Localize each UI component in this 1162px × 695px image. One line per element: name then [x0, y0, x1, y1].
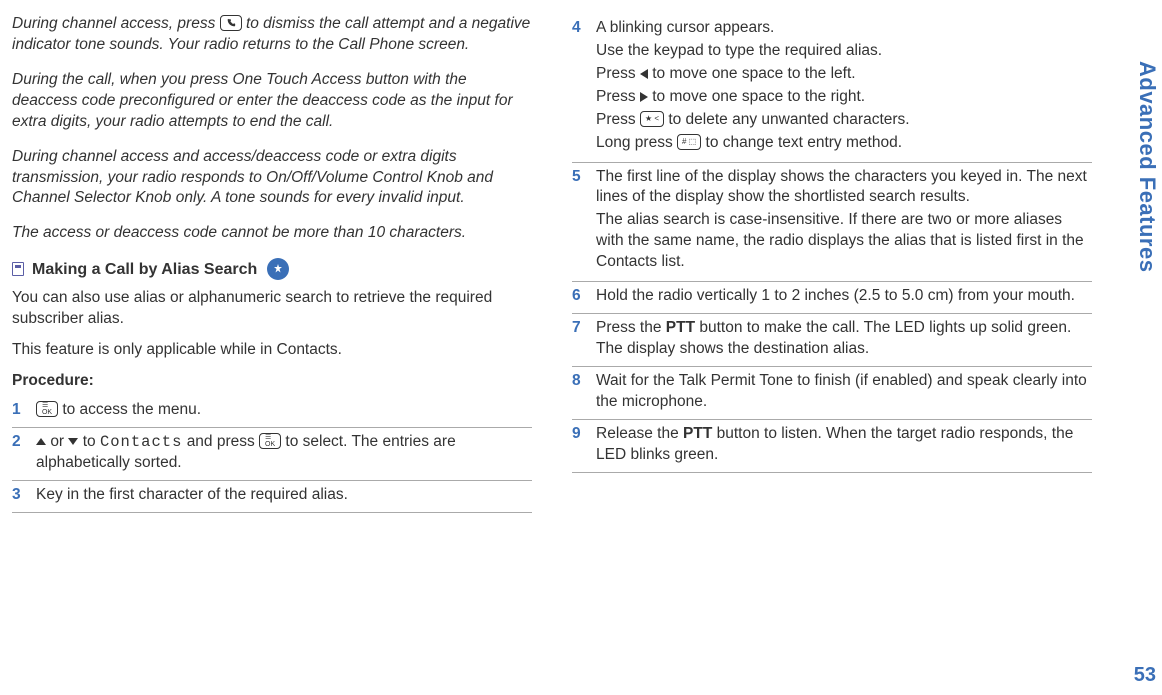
step-5-line-2: The alias search is case-insensitive. If…	[596, 210, 1092, 273]
step-2c: and press	[187, 433, 259, 450]
procedure-step: 5 The first line of the display shows th…	[572, 163, 1092, 283]
note-paragraph-3: During channel access and access/deacces…	[12, 147, 532, 210]
step-number: 9	[572, 424, 586, 445]
right-column: 4 A blinking cursor appears. Use the key…	[572, 12, 1092, 652]
left-arrow-icon	[640, 69, 648, 79]
procedure-step: 2 or to Contacts and press ☰OK to select…	[12, 428, 532, 481]
up-arrow-icon	[36, 438, 46, 445]
step-7a: Press the	[596, 319, 666, 336]
ok-key-icon: ☰OK	[259, 433, 281, 449]
step-number: 7	[572, 318, 586, 339]
step-1-text: to access the menu.	[62, 401, 201, 418]
step-body: Key in the first character of the requir…	[36, 485, 532, 506]
hash-key-icon: # ⬚	[677, 134, 701, 150]
step-number: 3	[12, 485, 26, 506]
step-number: 6	[572, 286, 586, 307]
step-4-line-5: Press ★ < to delete any unwanted charact…	[596, 110, 1092, 131]
step-4-line-2: Use the keypad to type the required alia…	[596, 41, 1092, 62]
step-number: 1	[12, 400, 26, 421]
note-paragraph-2: During the call, when you press One Touc…	[12, 70, 532, 133]
left-column: During channel access, press to dismiss …	[12, 12, 532, 652]
step-number: 2	[12, 432, 26, 453]
procedure-label: Procedure:	[12, 371, 532, 392]
step-4-line-4: Press to move one space to the right.	[596, 87, 1092, 108]
procedure-step: 8 Wait for the Talk Permit Tone to finis…	[572, 367, 1092, 420]
step-4-line-6b: to change text entry method.	[706, 134, 902, 151]
phone-key-icon	[220, 15, 242, 31]
note-paragraph-4: The access or deaccess code cannot be mo…	[12, 223, 532, 244]
right-arrow-icon	[640, 92, 648, 102]
section-heading: Making a Call by Alias Search	[12, 258, 532, 280]
step-4-line-6: Long press # ⬚ to change text entry meth…	[596, 133, 1092, 154]
step-body: Press the PTT button to make the call. T…	[596, 318, 1092, 360]
step-4-line-6a: Long press	[596, 134, 677, 151]
procedure-step: 3 Key in the first character of the requ…	[12, 481, 532, 513]
step-4-line-3b: to move one space to the left.	[652, 65, 855, 82]
star-key-icon: ★ <	[640, 111, 664, 127]
feature-badge-icon	[267, 258, 289, 280]
step-body: ☰OK to access the menu.	[36, 400, 532, 421]
procedure-step: 1 ☰OK to access the menu.	[12, 396, 532, 428]
section-title: Making a Call by Alias Search	[32, 259, 257, 281]
step-2a: or	[50, 433, 68, 450]
manual-page: During channel access, press to dismiss …	[0, 0, 1162, 695]
step-4-line-5b: to delete any unwanted characters.	[668, 111, 909, 128]
note-paragraph-1: During channel access, press to dismiss …	[12, 14, 532, 56]
procedure-step: 7 Press the PTT button to make the call.…	[572, 314, 1092, 367]
step-body: The first line of the display shows the …	[596, 167, 1092, 276]
two-column-layout: During channel access, press to dismiss …	[12, 12, 1132, 652]
step-4-line-3: Press to move one space to the left.	[596, 64, 1092, 85]
down-arrow-icon	[68, 438, 78, 445]
procedure-step: 9 Release the PTT button to listen. When…	[572, 420, 1092, 473]
step-body: Hold the radio vertically 1 to 2 inches …	[596, 286, 1092, 307]
step-body: Wait for the Talk Permit Tone to finish …	[596, 371, 1092, 413]
side-section-tab: Advanced Features	[1132, 12, 1162, 322]
ok-key-icon: ☰OK	[36, 401, 58, 417]
step-body: A blinking cursor appears. Use the keypa…	[596, 18, 1092, 156]
step-number: 8	[572, 371, 586, 392]
intro-paragraph-1: You can also use alias or alphanumeric s…	[12, 288, 532, 330]
intro-paragraph-2: This feature is only applicable while in…	[12, 340, 532, 361]
section-marker-icon	[12, 262, 24, 276]
step-9a: Release the	[596, 425, 683, 442]
step-body: Release the PTT button to listen. When t…	[596, 424, 1092, 466]
step-body: or to Contacts and press ☰OK to select. …	[36, 432, 532, 474]
step-4-line-3a: Press	[596, 65, 640, 82]
step-4-line-5a: Press	[596, 111, 640, 128]
procedure-step: 4 A blinking cursor appears. Use the key…	[572, 14, 1092, 163]
step-4-line-1: A blinking cursor appears.	[596, 18, 1092, 39]
contacts-menu-label: Contacts	[100, 433, 182, 451]
step-4-line-4a: Press	[596, 88, 640, 105]
step-5-line-1: The first line of the display shows the …	[596, 167, 1092, 209]
page-number: 53	[1134, 664, 1156, 687]
note-1a: During channel access, press	[12, 15, 220, 32]
side-tab-label: Advanced Features	[1134, 61, 1160, 272]
step-number: 4	[572, 18, 586, 39]
step-number: 5	[572, 167, 586, 188]
step-2b: to	[83, 433, 100, 450]
ptt-label: PTT	[666, 319, 695, 336]
step-4-line-4b: to move one space to the right.	[652, 88, 865, 105]
ptt-label: PTT	[683, 425, 712, 442]
procedure-step: 6 Hold the radio vertically 1 to 2 inche…	[572, 282, 1092, 314]
